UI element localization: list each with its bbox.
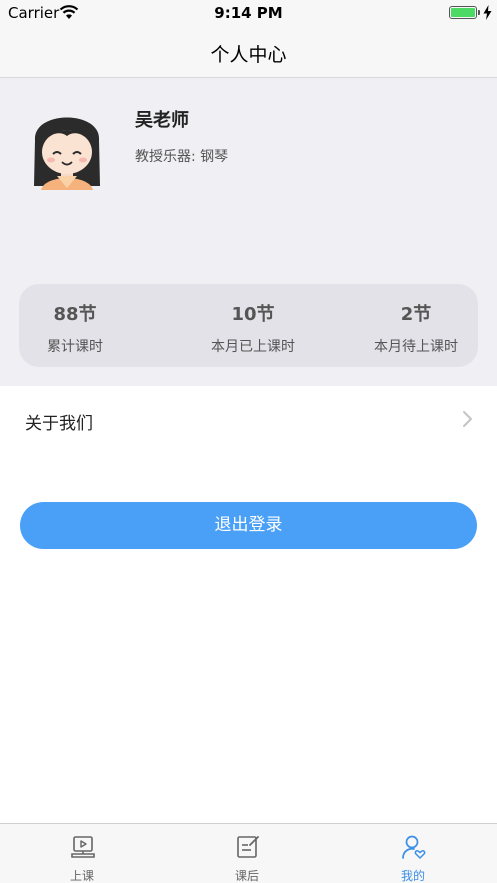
charging-icon: [483, 5, 492, 20]
edit-note-icon: [237, 836, 259, 858]
avatar: [34, 117, 100, 190]
tab-mine[interactable]: 我的: [353, 824, 473, 883]
nav-bar: 个人中心: [0, 26, 497, 78]
tab-label: 课后: [234, 869, 259, 883]
tab-class[interactable]: 上课: [22, 824, 142, 883]
page-title: 个人中心: [210, 44, 287, 66]
status-time: 9:14 PM: [214, 4, 283, 22]
teacher-instrument: 教授乐器: 钢琴: [135, 149, 229, 165]
stat-total-hours: 88节 累计课时: [27, 284, 123, 367]
stats-card: 88节 累计课时 10节 本月已上课时 2节 本月待上课时: [19, 284, 478, 367]
class-video-icon: [71, 836, 95, 858]
stat-month-done: 10节 本月已上课时: [179, 284, 327, 367]
battery-icon: [449, 6, 477, 19]
stat-label: 累计课时: [47, 339, 103, 355]
chevron-right-icon: [463, 411, 472, 427]
tab-after-class[interactable]: 课后: [187, 824, 307, 883]
battery-tip: [478, 10, 480, 15]
stat-label: 本月待上课时: [374, 339, 458, 355]
profile-section: 吴老师 教授乐器: 钢琴 88节 累计课时 10节 本月已上课时 2节 本月待上…: [0, 78, 497, 386]
about-us-label: 关于我们: [25, 414, 93, 434]
teacher-name: 吴老师: [135, 110, 189, 131]
tab-label: 上课: [69, 869, 94, 883]
user-icon: [402, 835, 426, 859]
status-bar: Carrier 9:14 PM: [0, 0, 497, 26]
tab-label: 我的: [400, 869, 425, 883]
logout-button[interactable]: 退出登录: [20, 502, 477, 549]
stat-month-pending: 2节 本月待上课时: [352, 284, 480, 367]
stat-label: 本月已上课时: [211, 339, 295, 355]
stat-value: 10节: [231, 304, 275, 325]
tab-bar: 上课 课后 我的: [0, 823, 497, 883]
stat-value: 2节: [400, 304, 432, 325]
about-us-row[interactable]: 关于我们: [0, 386, 497, 452]
stat-value: 88节: [53, 304, 97, 325]
